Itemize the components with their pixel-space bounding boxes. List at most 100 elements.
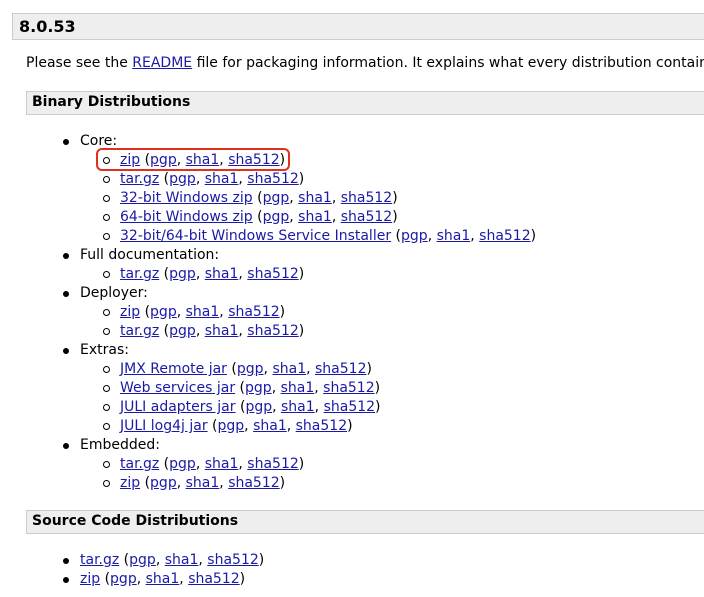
sha512-link[interactable]: sha512 (341, 190, 392, 206)
pgp-link[interactable]: pgp (169, 266, 196, 282)
sha1-link[interactable]: sha1 (437, 228, 471, 244)
punctuation: , (331, 190, 341, 206)
sha1-link[interactable]: sha1 (281, 399, 315, 415)
download-item: zip (pgp, sha1, sha512) (102, 303, 536, 322)
pgp-link[interactable]: pgp (110, 571, 137, 587)
sha512-link[interactable]: sha512 (228, 475, 279, 491)
punctuation: ( (159, 171, 170, 187)
version-title: 8.0.53 (19, 17, 76, 36)
download-link[interactable]: JULI log4j jar (120, 418, 208, 434)
punctuation: , (238, 171, 248, 187)
sha1-link[interactable]: sha1 (165, 552, 199, 568)
pgp-link[interactable]: pgp (169, 323, 196, 339)
punctuation: , (195, 456, 205, 472)
sha512-link[interactable]: sha512 (479, 228, 530, 244)
sha512-link[interactable]: sha512 (323, 380, 374, 396)
pgp-link[interactable]: pgp (150, 304, 177, 320)
full-documentation-list: tar.gz (pgp, sha1, sha512) (80, 265, 536, 284)
download-link[interactable]: 32-bit Windows zip (120, 190, 253, 206)
download-link[interactable]: 64-bit Windows zip (120, 209, 253, 225)
punctuation: ( (140, 304, 151, 320)
source-code-list: tar.gz (pgp, sha1, sha512) zip (pgp, sha1… (62, 551, 264, 589)
download-link[interactable]: zip (80, 571, 100, 587)
intro-after: file for packaging information. It expla… (192, 55, 704, 71)
download-link[interactable]: zip (120, 304, 140, 320)
pgp-link[interactable]: pgp (169, 171, 196, 187)
punctuation: , (314, 399, 324, 415)
sha512-link[interactable]: sha512 (228, 304, 279, 320)
punctuation: , (286, 418, 296, 434)
intro-text: Please see the README file for packaging… (26, 55, 704, 71)
pgp-link[interactable]: pgp (150, 475, 177, 491)
punctuation: , (289, 190, 299, 206)
download-link[interactable]: Web services jar (120, 380, 235, 396)
sha1-link[interactable]: sha1 (298, 190, 332, 206)
pgp-link[interactable]: pgp (263, 190, 290, 206)
sha1-link[interactable]: sha1 (205, 266, 239, 282)
download-link[interactable]: tar.gz (80, 552, 119, 568)
sha512-link[interactable]: sha512 (247, 171, 298, 187)
sha1-link[interactable]: sha1 (186, 475, 220, 491)
sha1-link[interactable]: sha1 (272, 361, 306, 377)
download-link[interactable]: tar.gz (120, 171, 159, 187)
punctuation: , (272, 399, 282, 415)
punctuation: , (427, 228, 437, 244)
punctuation: ) (530, 228, 537, 244)
pgp-link[interactable]: pgp (129, 552, 156, 568)
sha1-link[interactable]: sha1 (253, 418, 287, 434)
pgp-link[interactable]: pgp (401, 228, 428, 244)
pgp-link[interactable]: pgp (237, 361, 264, 377)
download-link[interactable]: tar.gz (120, 456, 159, 472)
download-link[interactable]: JMX Remote jar (120, 361, 227, 377)
punctuation: ) (347, 418, 353, 434)
download-link[interactable]: tar.gz (120, 266, 159, 282)
download-item: tar.gz (pgp, sha1, sha512) (102, 455, 536, 474)
punctuation: ) (298, 323, 305, 339)
punctuation: ) (392, 209, 398, 225)
punctuation: ( (235, 380, 246, 396)
punctuation: , (155, 552, 165, 568)
download-link[interactable]: tar.gz (120, 323, 159, 339)
sha1-link[interactable]: sha1 (205, 323, 239, 339)
version-header: 8.0.53 (12, 13, 704, 40)
sha1-link[interactable]: sha1 (186, 304, 220, 320)
punctuation: ) (239, 571, 246, 587)
pgp-link[interactable]: pgp (245, 399, 272, 415)
download-link[interactable]: JULI adapters jar (120, 399, 236, 415)
sha512-link[interactable]: sha512 (188, 571, 239, 587)
pgp-link[interactable]: pgp (263, 209, 290, 225)
readme-link[interactable]: README (132, 55, 192, 71)
pgp-link[interactable]: pgp (245, 380, 272, 396)
sha512-link[interactable]: sha512 (247, 456, 298, 472)
sha1-link[interactable]: sha1 (205, 456, 239, 472)
pgp-link[interactable]: pgp (169, 456, 196, 472)
sha512-link[interactable]: sha512 (341, 209, 392, 225)
sha512-link[interactable]: sha512 (315, 361, 366, 377)
download-item: zip (pgp, sha1, sha512) (102, 474, 536, 493)
download-link[interactable]: zip (120, 475, 140, 491)
sha512-link[interactable]: sha512 (296, 418, 347, 434)
download-link[interactable]: 32-bit/64-bit Windows Service Installer (120, 228, 391, 244)
sha512-link[interactable]: sha512 (247, 266, 298, 282)
sha1-link[interactable]: sha1 (146, 571, 180, 587)
sha1-link[interactable]: sha1 (281, 380, 315, 396)
sha512-link[interactable]: sha512 (324, 399, 375, 415)
punctuation: , (238, 323, 248, 339)
download-item: 32-bit Windows zip (pgp, sha1, sha512) (102, 189, 536, 208)
sha512-link[interactable]: sha512 (247, 323, 298, 339)
punctuation: , (238, 266, 248, 282)
punctuation: ( (235, 399, 246, 415)
pgp-link[interactable]: pgp (218, 418, 245, 434)
download-item: tar.gz (pgp, sha1, sha512) (102, 265, 536, 284)
sha1-link[interactable]: sha1 (205, 171, 239, 187)
binary-distributions-title: Binary Distributions (32, 94, 191, 110)
group-full-documentation: Full documentation: tar.gz (pgp, sha1, s… (62, 246, 536, 284)
sha1-link[interactable]: sha1 (298, 209, 332, 225)
punctuation: ) (375, 399, 381, 415)
group-label: Full documentation: (80, 247, 220, 263)
sha512-link[interactable]: sha512 (207, 552, 258, 568)
source-code-distributions-header: Source Code Distributions (26, 510, 704, 534)
download-item: zip (pgp, sha1, sha512) (62, 570, 264, 589)
punctuation: , (176, 475, 186, 491)
group-extras: Extras: JMX Remote jar (pgp, sha1, sha51… (62, 341, 536, 436)
